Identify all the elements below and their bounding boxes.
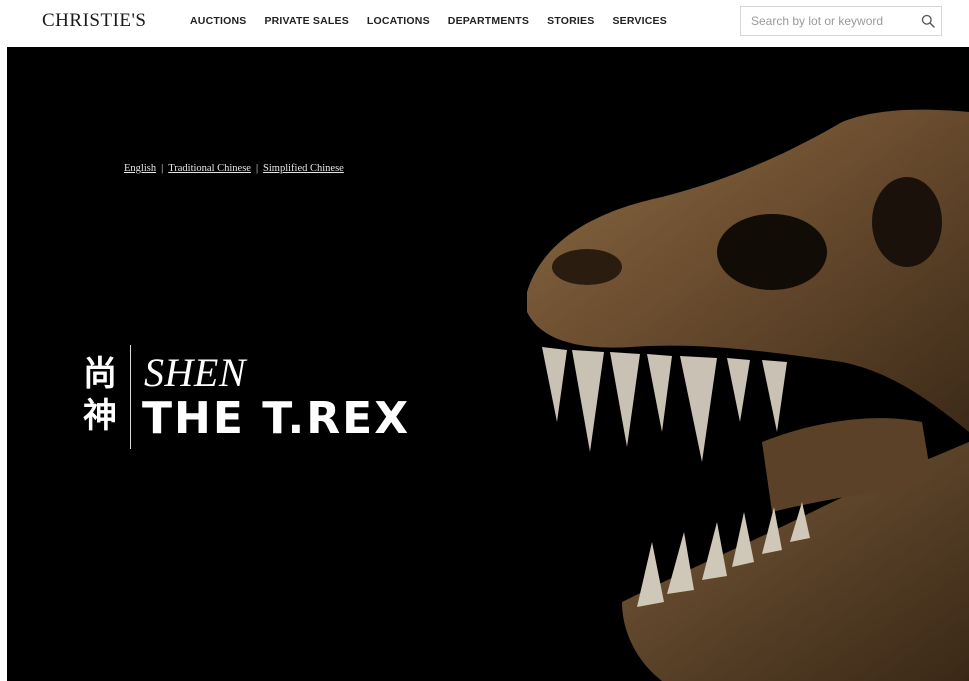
nav-auctions[interactable]: AUCTIONS <box>190 15 246 27</box>
lang-traditional-chinese[interactable]: Traditional Chinese <box>168 163 251 174</box>
nav-departments[interactable]: DEPARTMENTS <box>448 15 529 27</box>
nav-services[interactable]: SERVICES <box>612 15 667 27</box>
hero-title-cjk: 尚 神 <box>83 353 117 437</box>
nav-locations[interactable]: LOCATIONS <box>367 15 430 27</box>
language-switcher: English | Traditional Chinese | Simplified C… <box>124 163 344 174</box>
lang-english[interactable]: English <box>124 163 156 174</box>
hero-banner: English | Traditional Chinese | Simplified C… <box>7 47 969 681</box>
hero-title-italic: SHEN <box>144 350 246 395</box>
hero-title-cjk-top: 尚 <box>83 354 117 394</box>
title-divider <box>130 345 131 449</box>
search-input[interactable] <box>751 13 911 29</box>
nav-stories[interactable]: STORIES <box>547 15 594 27</box>
header: CHRISTIE'S AUCTIONS PRIVATE SALES LOCATI… <box>0 0 969 46</box>
lang-simplified-chinese[interactable]: Simplified Chinese <box>263 163 344 174</box>
lang-separator: | <box>161 163 164 174</box>
hero-title-main: THE T.REX <box>142 393 411 444</box>
search-box <box>740 6 942 36</box>
lang-separator: | <box>255 163 259 174</box>
trex-skull-image <box>527 109 969 681</box>
christies-logo[interactable]: CHRISTIE'S <box>42 10 147 32</box>
main-nav: AUCTIONS PRIVATE SALES LOCATIONS DEPARTM… <box>190 15 685 27</box>
nav-private-sales[interactable]: PRIVATE SALES <box>264 15 348 27</box>
search-icon[interactable] <box>921 14 935 28</box>
hero-title-cjk-bottom: 神 <box>83 396 117 436</box>
